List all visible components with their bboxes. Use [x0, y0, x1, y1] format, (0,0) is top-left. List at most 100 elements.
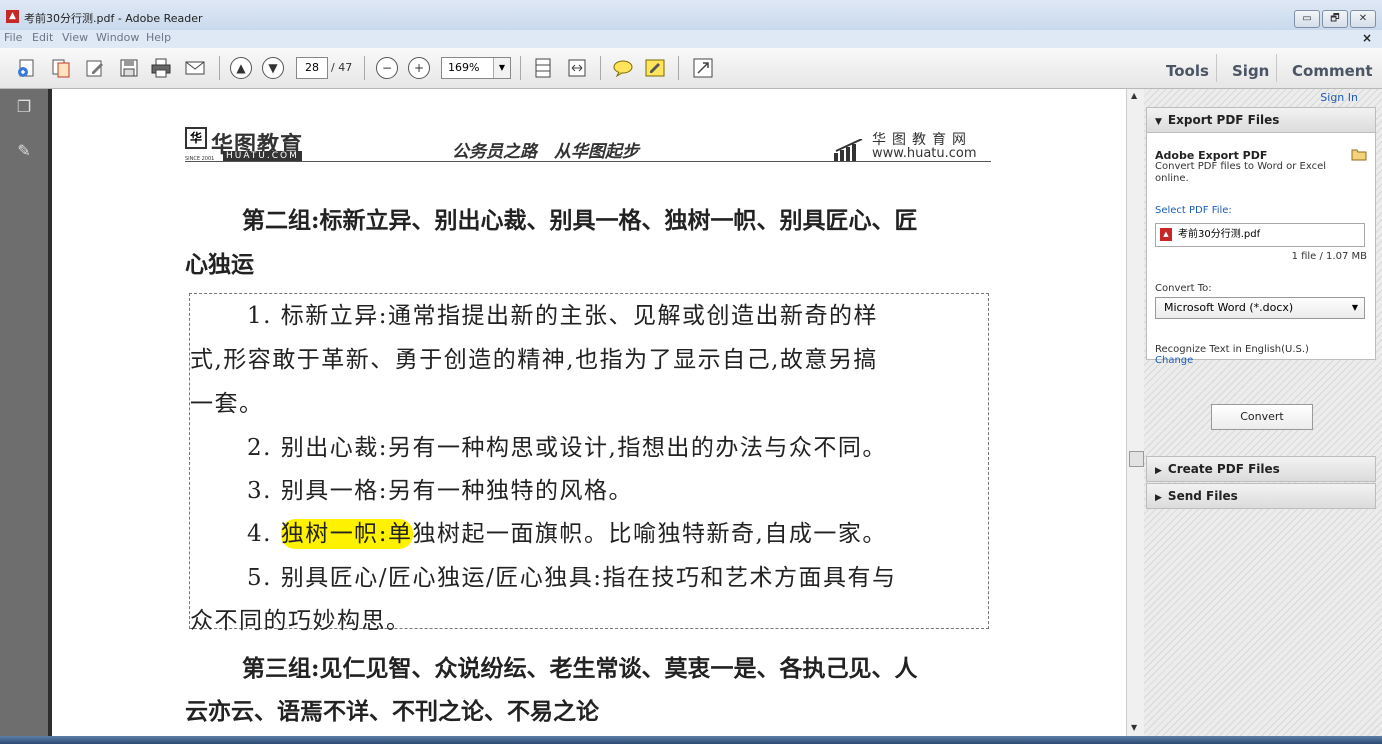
edit-document-icon[interactable] [84, 57, 106, 79]
selected-file[interactable]: ▲ 考前30分行测.pdf [1155, 223, 1365, 247]
zoom-in-button[interactable]: + [408, 57, 430, 79]
toolbar-separator [600, 56, 601, 80]
title-bar: ▲ 考前30分行测.pdf - Adobe Reader ▭ 🗗 ✕ [0, 0, 1382, 31]
full-screen-icon[interactable] [692, 57, 714, 79]
scroll-up-icon[interactable]: ▲ [1131, 91, 1137, 100]
group2-title-line2: 心独运 [185, 251, 254, 278]
highlighted-text[interactable]: 独树一帜:单 [280, 519, 413, 549]
zoom-out-button[interactable]: − [376, 57, 398, 79]
item4-prefix: 4. [247, 521, 281, 547]
window-controls: ▭ 🗗 ✕ [1294, 10, 1376, 28]
huatu-logo: 华华图教育 HUATU.COM SINCE 2001 [185, 127, 303, 162]
toolbar: ▲ ▼ 28 / 47 − + 169% ▼ Tools Sign Commen… [0, 48, 1382, 89]
toolbar-separator [219, 56, 220, 80]
tools-pane: Sign In ▼ Export PDF Files Adobe Export P… [1144, 89, 1382, 744]
restore-button[interactable]: 🗗 [1322, 10, 1348, 28]
menu-view[interactable]: View [62, 31, 88, 44]
select-file-label[interactable]: Select PDF File: [1155, 205, 1232, 216]
attachments-icon[interactable]: ✎ [14, 141, 34, 161]
menu-bar: File Edit View Window Help × [0, 30, 1382, 48]
item1-line3: 一套。 [190, 391, 264, 417]
zoom-select[interactable]: 169% ▼ [441, 57, 511, 79]
header-slogan: 公务员之路 从华图起步 [452, 142, 639, 162]
page-number-input[interactable]: 28 [296, 57, 328, 79]
triangle-right-icon: ▶ [1155, 466, 1162, 476]
toolbar-separator [364, 56, 365, 80]
selected-file-name: 考前30分行测.pdf [1178, 229, 1261, 240]
item5-line2: 众不同的巧妙构思。 [190, 608, 411, 634]
item1-line2: 式,形容敢于革新、勇于创造的精神,也指为了显示自己,故意另搞 [190, 347, 878, 373]
navigation-pane: ❐ ✎ [0, 89, 48, 744]
export-description: Convert PDF files to Word or Excel onlin… [1155, 161, 1326, 184]
item4: 4. 独树一帜:单独树起一面旗帜。比喻独特新奇,自成一家。 [247, 514, 887, 549]
recognize-text: Recognize Text in English(U.S.) [1155, 344, 1309, 355]
comment-icon[interactable] [612, 57, 634, 79]
logo-sub: HUATU.COM [223, 151, 302, 161]
tab-sign[interactable]: Sign [1232, 62, 1269, 80]
highlight-text-icon[interactable] [644, 57, 666, 79]
window-title: 考前30分行测.pdf - Adobe Reader [24, 12, 203, 25]
convert-to-select[interactable]: Microsoft Word (*.docx) ▼ [1155, 297, 1365, 319]
triangle-down-icon: ▼ [1155, 117, 1162, 127]
convert-button[interactable]: Convert [1211, 404, 1313, 430]
zoom-value: 169% [448, 61, 480, 74]
export-pdf-title: Export PDF Files [1167, 113, 1280, 127]
tab-comment[interactable]: Comment [1292, 62, 1373, 80]
create-pdf-header[interactable]: ▶ Create PDF Files [1146, 456, 1376, 482]
document-view[interactable]: 华华图教育 HUATU.COM SINCE 2001 公务员之路 从华图起步 华… [52, 89, 1126, 744]
scroll-down-icon[interactable]: ▼ [1131, 723, 1137, 732]
menu-window[interactable]: Window [96, 31, 139, 44]
group3-title-line1: 第三组:见仁见智、众说纷纭、老生常谈、莫衷一是、各执己见、人 [242, 655, 918, 682]
save-icon[interactable] [118, 57, 140, 79]
export-pdf-header[interactable]: ▼ Export PDF Files [1146, 107, 1376, 133]
menu-help[interactable]: Help [146, 31, 171, 44]
fit-page-icon[interactable] [532, 57, 554, 79]
triangle-right-icon: ▶ [1155, 493, 1162, 503]
export-pdf-body: Adobe Export PDF Convert PDF files to Wo… [1146, 133, 1376, 430]
tab-tools[interactable]: Tools [1166, 62, 1209, 80]
group2-title-line1: 第二组:标新立异、别出心裁、别具一格、独树一帜、别具匠心、匠 [242, 207, 918, 234]
menu-file[interactable]: File [4, 31, 22, 44]
page-thumbnails-icon[interactable]: ❐ [14, 97, 34, 117]
taskbar [0, 736, 1382, 744]
sign-in-link[interactable]: Sign In [1320, 91, 1358, 104]
folder-icon[interactable] [1351, 147, 1367, 161]
item2: 2. 别出心裁:另有一种构思或设计,指想出的办法与众不同。 [247, 435, 887, 461]
tab-separator [1216, 54, 1217, 82]
convert-to-value: Microsoft Word (*.docx) [1164, 301, 1294, 314]
vertical-scrollbar[interactable]: ▲ ▼ [1126, 89, 1145, 744]
adobe-reader-icon: ▲ [6, 10, 19, 23]
send-files-title: Send Files [1167, 489, 1238, 503]
logo-mark: 华 [185, 127, 207, 149]
file-count: 1 file / 1.07 MB [1291, 251, 1367, 262]
change-link[interactable]: Change [1155, 355, 1193, 366]
toolbar-separator [520, 56, 521, 80]
email-icon[interactable] [184, 57, 206, 79]
previous-page-button[interactable]: ▲ [230, 57, 252, 79]
item3: 3. 别具一格:另有一种独特的风格。 [247, 478, 634, 504]
next-page-button[interactable]: ▼ [262, 57, 284, 79]
chart-logo-icon [834, 139, 863, 161]
scroll-thumb[interactable] [1129, 451, 1144, 467]
fit-width-icon[interactable] [566, 57, 588, 79]
page-total: / 47 [331, 61, 353, 74]
group3-title-line2: 云亦云、语焉不详、不刊之论、不易之论 [185, 698, 599, 725]
minimize-button[interactable]: ▭ [1294, 10, 1320, 28]
tab-separator [1276, 54, 1277, 82]
header-url: www.huatu.com [872, 146, 977, 161]
item1-line1: 1. 标新立异:通常指提出新的主张、见解或创造出新奇的样 [247, 303, 879, 329]
menu-edit[interactable]: Edit [32, 31, 53, 44]
chevron-down-icon: ▼ [1351, 303, 1358, 312]
chevron-down-icon: ▼ [493, 58, 510, 78]
print-icon[interactable] [150, 57, 172, 79]
close-document-icon[interactable]: × [1362, 31, 1372, 45]
create-pdf-title: Create PDF Files [1167, 462, 1280, 476]
pdf-file-icon: ▲ [1160, 227, 1172, 241]
item4-rest: 独树起一面旗帜。比喻独特新奇,自成一家。 [412, 521, 887, 547]
combine-files-icon[interactable] [50, 57, 72, 79]
close-button[interactable]: ✕ [1350, 10, 1376, 28]
send-files-header[interactable]: ▶ Send Files [1146, 483, 1376, 509]
header-rule [185, 161, 991, 162]
convert-to-label: Convert To: [1155, 283, 1212, 294]
create-pdf-icon[interactable] [16, 57, 38, 79]
